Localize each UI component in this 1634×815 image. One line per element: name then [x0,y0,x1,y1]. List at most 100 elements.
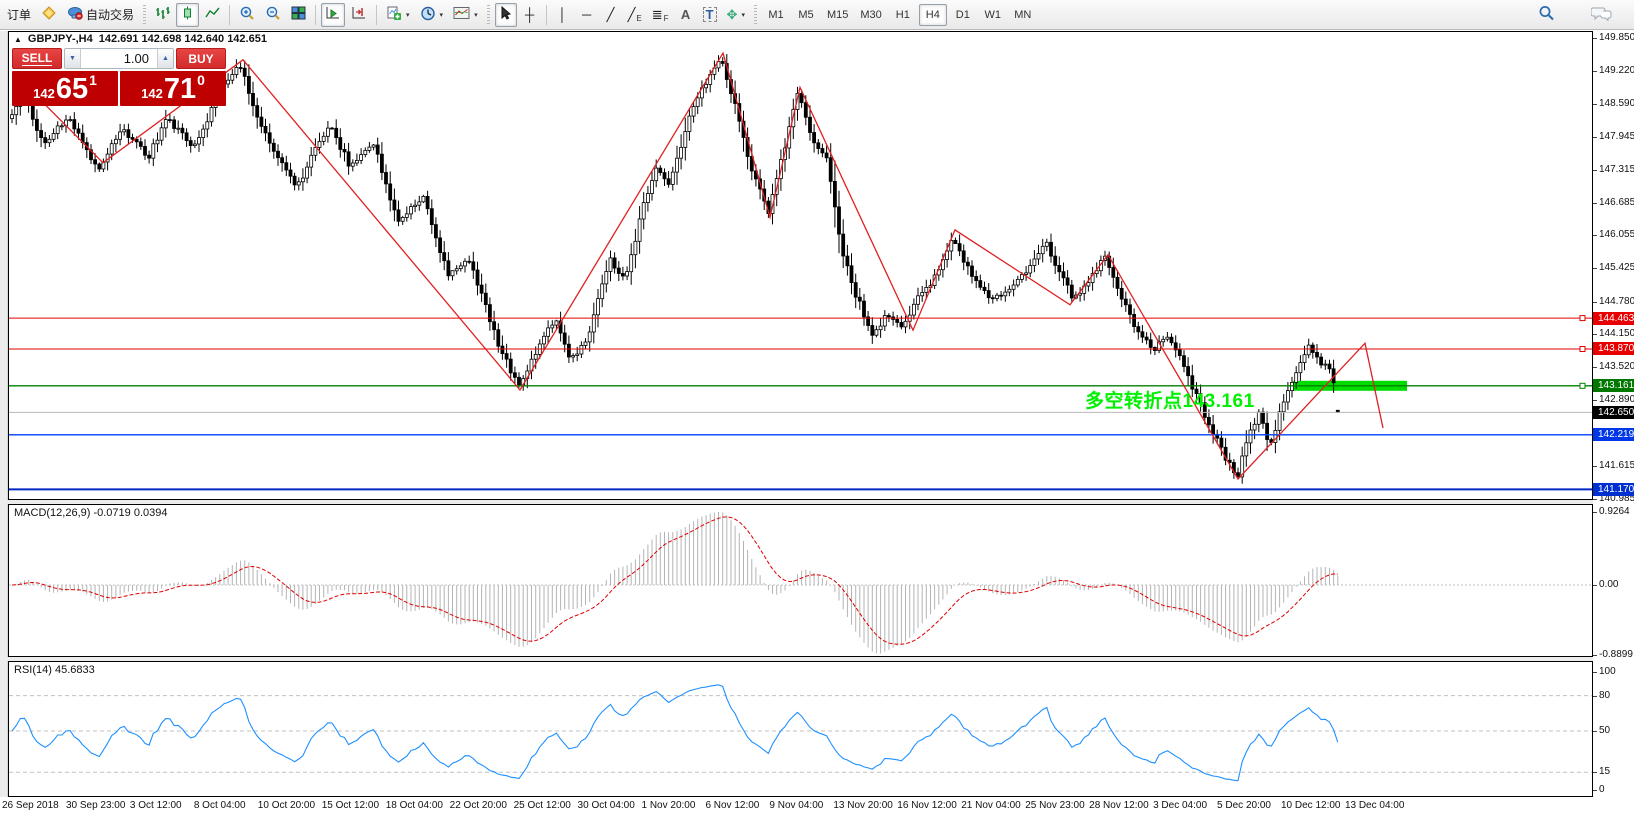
autotrading-label: 自动交易 [86,6,134,23]
chevron-down-icon[interactable]: ▾ [440,11,444,19]
axis-tick-mark [1593,790,1597,791]
chart-header: ▲ GBPJPY-,H4 142.691 142.698 142.640 142… [14,33,267,45]
price-axis[interactable]: 149.850149.220148.590147.945147.315146.6… [1593,31,1634,797]
window-left-gutter [0,31,8,815]
chart-symbol-title: GBPJPY-,H4 [28,33,93,45]
chevron-down-icon[interactable]: ▾ [474,11,478,19]
timeframe-m15-button[interactable]: M15 [822,4,853,26]
axis-tick-mark [1593,235,1597,236]
chat-icon [1591,5,1613,24]
autotrading-icon [67,6,83,23]
crosshair-button[interactable]: ┼ [519,3,541,27]
rsi-canvas[interactable] [8,661,1593,797]
auto-scroll-button[interactable] [321,3,345,27]
timeframe-h4-button[interactable]: H4 [919,4,947,26]
chart-ohlc-values: 142.691 142.698 142.640 142.651 [99,33,267,45]
price-level-badge: 144.463 [1593,312,1634,325]
toolbar: 订单 自动交易 [0,0,1634,30]
text-label-button[interactable]: T [699,3,721,27]
price-axis-tick: 149.850 [1599,32,1634,43]
indicators-button[interactable]: ▾ [382,3,414,27]
bar-chart-button[interactable] [151,3,174,27]
candlestick-chart-button[interactable] [176,3,199,27]
line-chart-icon [205,6,220,23]
collapse-panel-icon[interactable]: ▲ [14,35,22,44]
time-axis-label: 10 Dec 12:00 [1281,800,1341,811]
crosshair-icon: ┼ [525,8,534,21]
sell-button[interactable]: SELL [12,48,62,69]
timeframe-group: M1M5M15M30H1H4D1W1MN [761,4,1038,26]
rsi-axis-tick: 50 [1599,725,1610,736]
time-axis-label: 13 Nov 20:00 [833,800,893,811]
zoom-out-button[interactable] [261,3,285,27]
sell-price-pip: 1 [89,72,97,88]
timeframe-m30-button[interactable]: M30 [855,4,886,26]
timeframe-w1-button[interactable]: W1 [979,4,1007,26]
timeframe-mn-button[interactable]: MN [1009,4,1037,26]
macd-canvas[interactable] [8,504,1593,657]
chat-button[interactable] [1587,3,1617,27]
rsi-indicator-panel: RSI(14) 45.6833 [8,661,1593,797]
timeframe-m1-button[interactable]: M1 [762,4,790,26]
price-level-badge: 143.870 [1593,342,1634,355]
metaeditor-button[interactable] [37,3,61,27]
axis-tick-mark [1593,672,1597,673]
equidistant-channel-button[interactable]: ╱ E [624,3,646,27]
axis-tick-mark [1593,302,1597,303]
tile-windows-button[interactable] [287,3,310,27]
horizontal-line-icon: ─ [582,8,591,21]
time-axis-label: 15 Oct 12:00 [322,800,379,811]
time-axis-label: 18 Oct 04:00 [386,800,443,811]
periods-button[interactable]: ▾ [416,3,448,27]
timeframe-d1-button[interactable]: D1 [949,4,977,26]
triangle-down-icon: ▼ [69,55,76,62]
search-button[interactable] [1534,3,1559,27]
zoom-in-button[interactable] [235,3,259,27]
price-axis-tick: 141.615 [1599,460,1634,471]
trendline-button[interactable]: ╱ [600,3,622,27]
chevron-down-icon[interactable]: ▾ [406,11,410,19]
arrows-tool-button[interactable]: ✥ ▾ [723,3,749,27]
volume-decrease-button[interactable]: ▼ [65,49,81,68]
new-order-button[interactable]: 订单 [3,3,35,27]
price-level-badge: 143.161 [1593,379,1634,392]
templates-button[interactable]: ▾ [449,3,482,27]
timeframe-m5-button[interactable]: M5 [792,4,820,26]
axis-tick-mark [1593,170,1597,171]
time-axis-label: 16 Nov 12:00 [897,800,957,811]
autotrading-button[interactable]: 自动交易 [63,3,138,27]
volume-increase-button[interactable]: ▲ [157,49,173,68]
fibonacci-button[interactable]: ≣ F [648,3,673,27]
cursor-button[interactable] [495,3,517,27]
timeframe-h1-button[interactable]: H1 [889,4,917,26]
price-axis-tick: 146.685 [1599,197,1634,208]
zoom-in-icon [239,6,255,24]
price-axis-tick: 144.150 [1599,328,1634,339]
channel-icon: ╱ [628,8,636,21]
horizontal-line-button[interactable]: ─ [576,3,598,27]
time-axis[interactable]: 26 Sep 201830 Sep 23:003 Oct 12:008 Oct … [0,797,1634,815]
price-axis-tick: 149.220 [1599,65,1634,76]
search-icon [1538,5,1555,24]
sell-price-display[interactable]: 142 65 1 [12,71,118,106]
buy-button[interactable]: BUY [176,48,226,69]
chart-shift-button[interactable] [347,3,371,27]
price-level-badge: 141.170 [1593,483,1634,496]
chevron-down-icon[interactable]: ▾ [741,11,745,19]
fibonacci-icon: ≣ [652,8,663,21]
clock-icon [420,6,436,24]
volume-input[interactable]: 1.00 [81,49,157,68]
rsi-label: RSI(14) 45.6833 [14,664,95,676]
text-tool-button[interactable]: A [675,3,697,27]
axis-tick-mark [1593,731,1597,732]
axis-tick-mark [1593,585,1597,586]
buy-label: BUY [188,52,213,66]
time-axis-label: 22 Oct 20:00 [450,800,507,811]
toolbar-separator [376,5,377,25]
price-chart-canvas[interactable] [8,31,1593,500]
vertical-line-button[interactable]: │ [552,3,574,27]
time-axis-label: 13 Dec 04:00 [1345,800,1405,811]
line-chart-button[interactable] [201,3,224,27]
vertical-line-icon: │ [559,8,567,21]
buy-price-display[interactable]: 142 71 0 [120,71,226,106]
